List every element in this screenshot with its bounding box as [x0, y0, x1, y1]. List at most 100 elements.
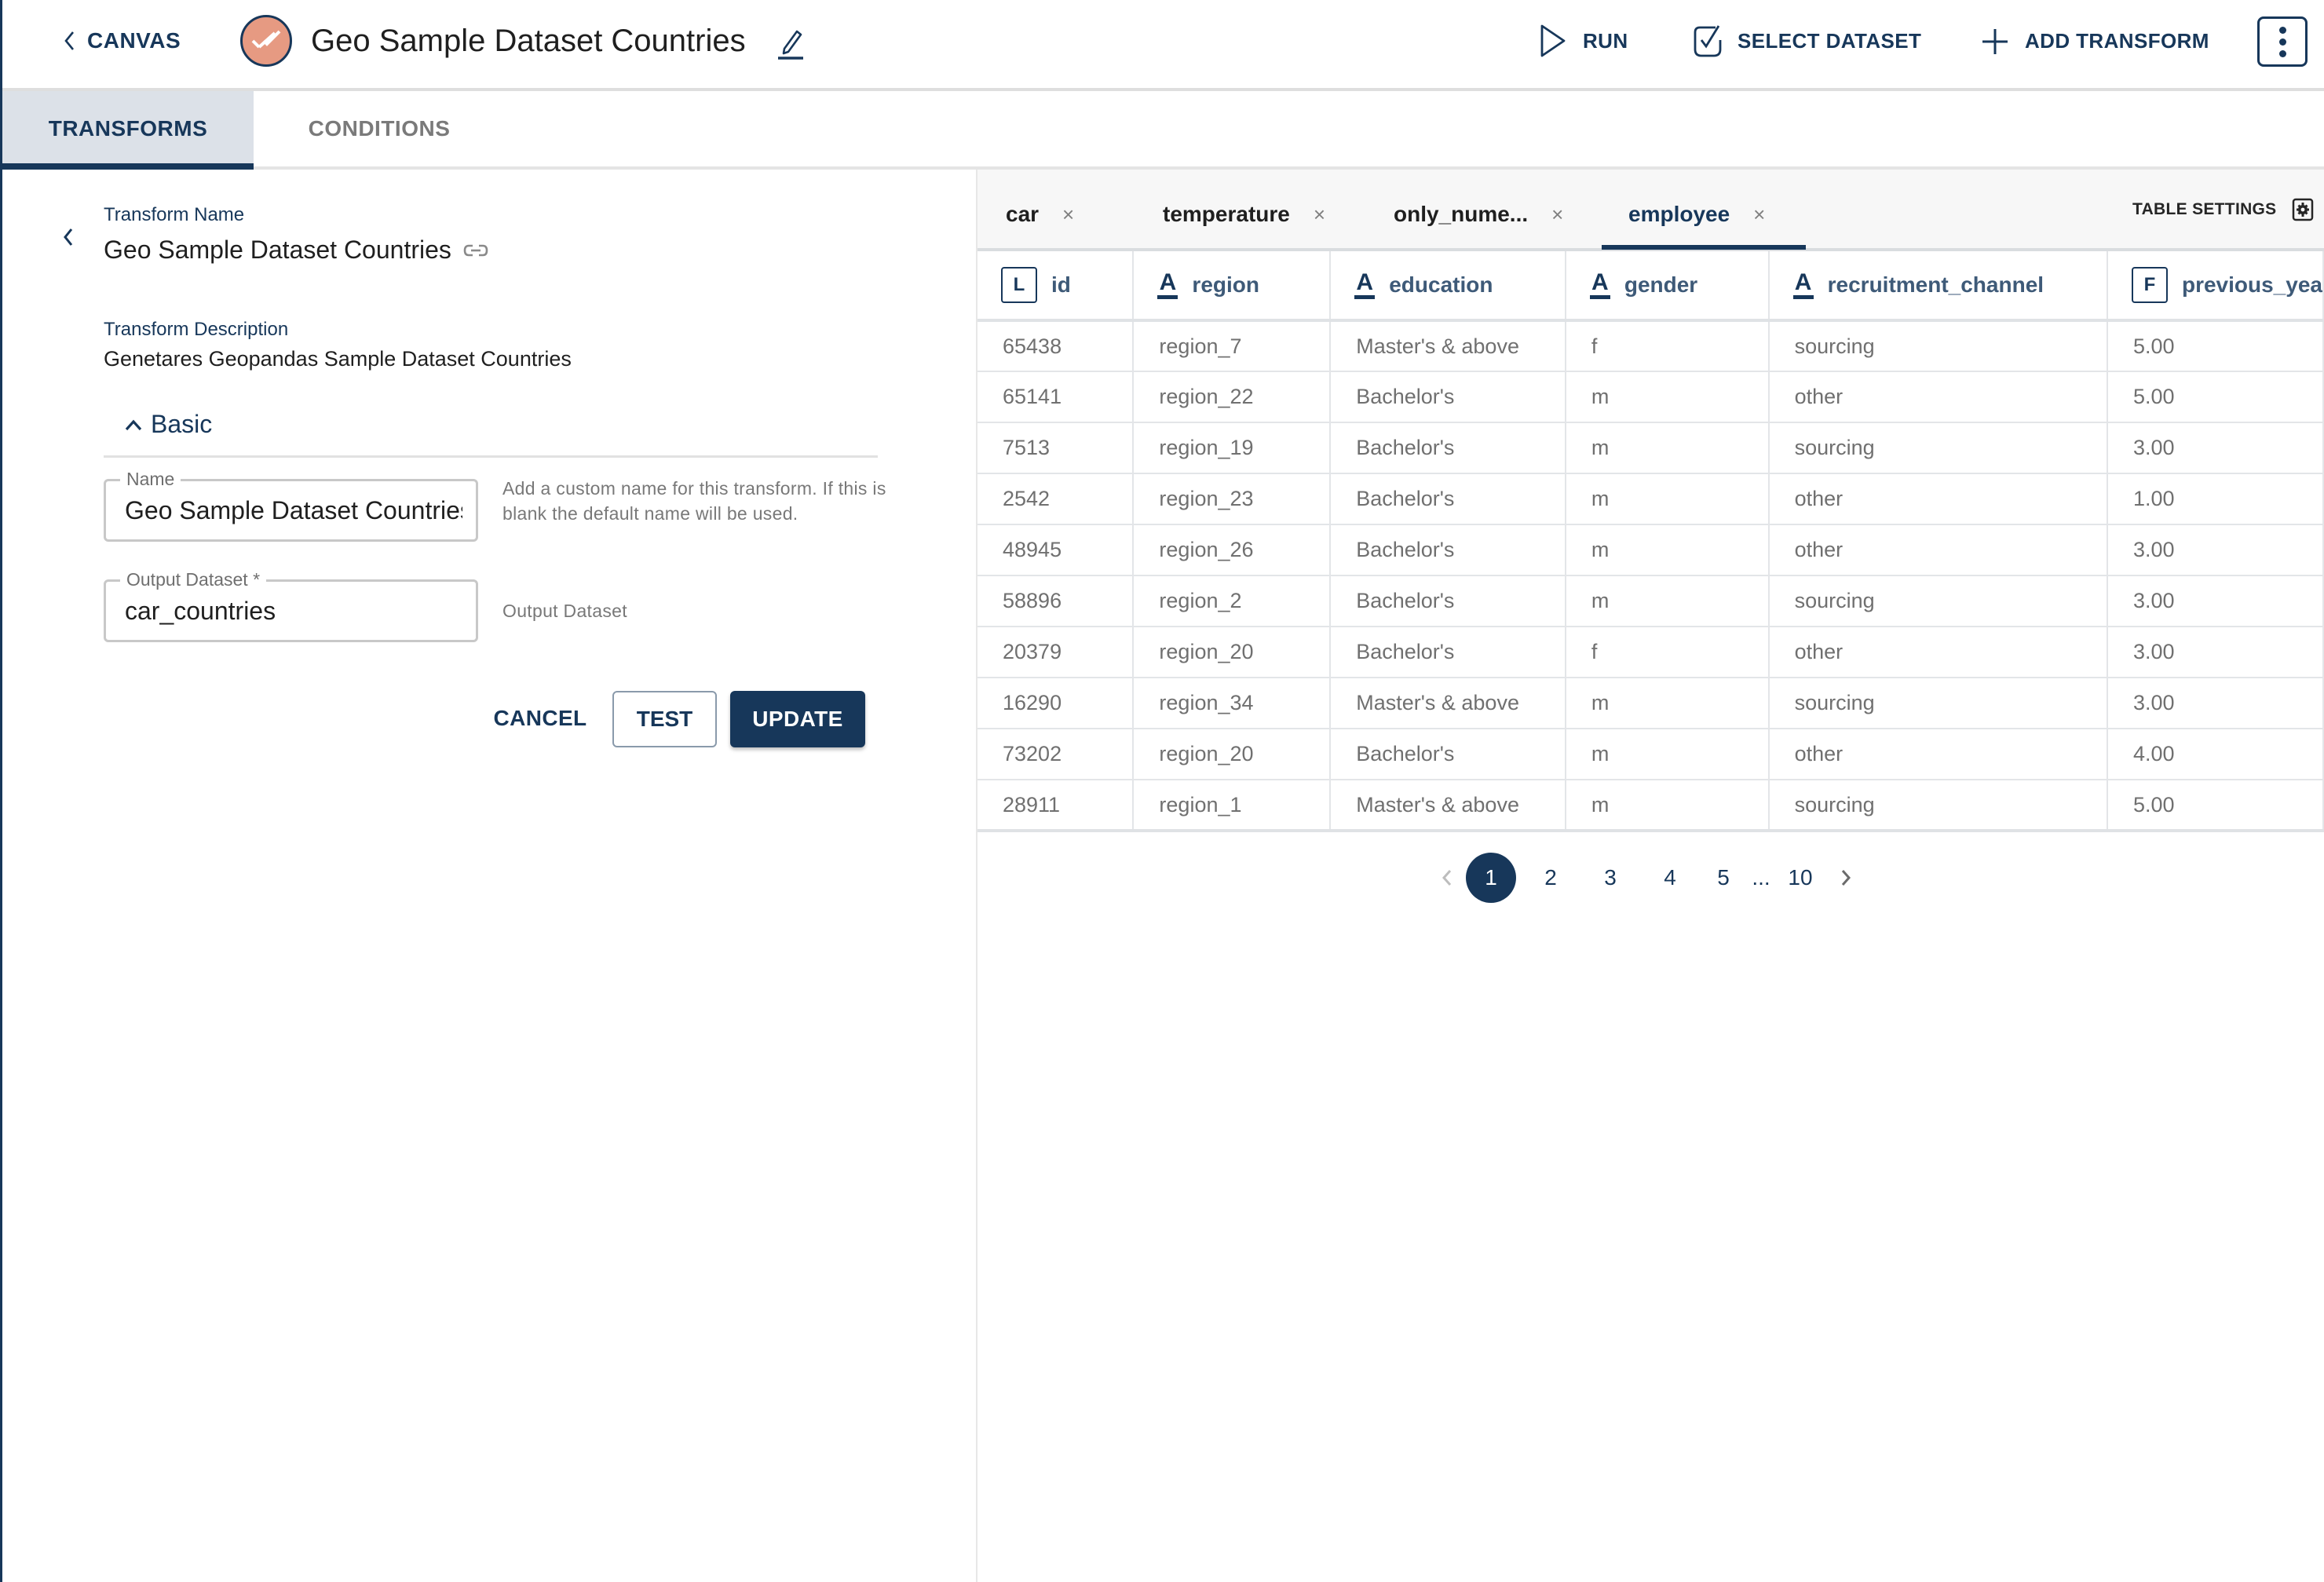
table-cell: 5.00: [2107, 320, 2324, 372]
text-type-icon: A: [1590, 270, 1610, 299]
table-cell: other: [1768, 371, 2108, 423]
table-cell: Bachelor's: [1330, 422, 1566, 474]
column-header-recruitment-channel[interactable]: Arecruitment_channel: [1768, 251, 2108, 322]
table-cell: 3.00: [2107, 422, 2324, 474]
previous-page-button[interactable]: [1433, 853, 1461, 903]
pencil-edit-icon[interactable]: [775, 24, 806, 61]
column-header-gender[interactable]: Agender: [1565, 251, 1770, 322]
text-type-icon: A: [1354, 270, 1375, 299]
chevron-left-icon: [64, 31, 75, 50]
play-icon: [1540, 24, 1566, 57]
table-cell: sourcing: [1768, 320, 2108, 372]
table-cell: 3.00: [2107, 627, 2324, 678]
table-row[interactable]: 2542 region_23 Bachelor's m other 1.00: [977, 473, 2324, 525]
column-header-label: education: [1389, 272, 1493, 297]
column-header-label: recruitment_channel: [1827, 272, 2044, 297]
back-to-canvas-button[interactable]: CANVAS: [60, 24, 181, 58]
table-cell: 3.00: [2107, 575, 2324, 627]
table-row[interactable]: 16290 region_34 Master's & above m sourcing 3…: [977, 678, 2324, 729]
test-button[interactable]: TEST: [612, 691, 717, 747]
page-button[interactable]: 2: [1521, 853, 1580, 903]
table-settings-label: TABLE SETTINGS: [2132, 200, 2277, 218]
table-cell: 4.00: [2107, 729, 2324, 780]
table-cell: f: [1565, 627, 1770, 678]
table-row[interactable]: 48945 region_26 Bachelor's m other 3.00: [977, 524, 2324, 576]
table-cell: m: [1565, 473, 1770, 525]
dataset-tab-car[interactable]: car ×: [1006, 196, 1074, 232]
table-cell: Bachelor's: [1330, 371, 1566, 423]
table-cell: 5.00: [2107, 780, 2324, 832]
name-input[interactable]: [125, 481, 462, 539]
dataset-tab-label: temperature: [1163, 202, 1290, 226]
page-button[interactable]: 4: [1640, 853, 1700, 903]
basic-section-toggle[interactable]: Basic: [124, 410, 212, 439]
add-transform-button[interactable]: ADD TRANSFORM: [1979, 20, 2209, 61]
page-button-last[interactable]: 10: [1775, 853, 1825, 903]
dataset-tab-employee[interactable]: employee ×: [1628, 196, 1765, 232]
table-cell: region_22: [1133, 371, 1332, 423]
table-cell: f: [1565, 320, 1770, 372]
dataset-tab-label: employee: [1628, 202, 1730, 226]
transform-logo: [240, 15, 292, 67]
table-row[interactable]: 65438 region_7 Master's & above f sourcing 5.…: [977, 320, 2324, 372]
active-tab-indicator: [1602, 245, 1806, 250]
cancel-button[interactable]: CANCEL: [489, 691, 591, 746]
table-row[interactable]: 65141 region_22 Bachelor's m other 5.00: [977, 371, 2324, 423]
close-icon[interactable]: ×: [1062, 203, 1074, 227]
close-icon[interactable]: ×: [1314, 203, 1325, 227]
transform-name-row: Geo Sample Dataset Countries: [104, 236, 489, 265]
column-header-region[interactable]: Aregion: [1133, 251, 1332, 322]
column-header-id[interactable]: Lid: [977, 251, 1135, 322]
select-dataset-label: SELECT DATASET: [1738, 28, 1922, 53]
table-row[interactable]: 73202 region_20 Bachelor's m other 4.00: [977, 729, 2324, 780]
tab-transforms[interactable]: TRANSFORMS: [2, 91, 254, 170]
page-button[interactable]: 3: [1580, 853, 1640, 903]
close-icon[interactable]: ×: [1551, 203, 1563, 227]
table-cell: m: [1565, 422, 1770, 474]
output-dataset-input[interactable]: [125, 582, 462, 640]
float-type-icon: F: [2131, 267, 2168, 303]
table-cell: 65141: [977, 371, 1135, 423]
data-table: Lid Aregion Aeducation Agender Arecruitm…: [977, 251, 2324, 832]
table-cell: m: [1565, 678, 1770, 729]
table-row[interactable]: 20379 region_20 Bachelor's f other 3.00: [977, 627, 2324, 678]
table-cell: region_34: [1133, 678, 1332, 729]
tab-conditions[interactable]: CONDITIONS: [254, 91, 505, 166]
double-check-icon: [251, 30, 281, 49]
select-dataset-button[interactable]: SELECT DATASET: [1692, 20, 1921, 61]
table-cell: 20379: [977, 627, 1135, 678]
table-cell: other: [1768, 473, 2108, 525]
transform-description-label: Transform Description: [104, 319, 289, 340]
table-cell: sourcing: [1768, 780, 2108, 832]
chevron-left-icon[interactable]: [57, 223, 79, 251]
column-header-previous-year[interactable]: Fprevious_yea: [2107, 251, 2324, 322]
output-dataset-helper-text: Output Dataset: [502, 601, 627, 621]
run-label: RUN: [1583, 28, 1628, 53]
table-row[interactable]: 7513 region_19 Bachelor's m sourcing 3.00: [977, 422, 2324, 474]
dataset-tab-only-numeric[interactable]: only_nume... ×: [1394, 196, 1563, 232]
table-cell: 28911: [977, 780, 1135, 832]
table-cell: 58896: [977, 575, 1135, 627]
table-settings-button[interactable]: TABLE SETTINGS: [2132, 198, 2314, 221]
page-button[interactable]: 5: [1700, 853, 1747, 903]
table-cell: Master's & above: [1330, 780, 1566, 832]
table-cell: m: [1565, 371, 1770, 423]
table-cell: region_7: [1133, 320, 1332, 372]
update-button[interactable]: UPDATE: [730, 691, 865, 747]
table-header-row: Lid Aregion Aeducation Agender Arecruitm…: [977, 251, 2324, 322]
table-row[interactable]: 28911 region_1 Master's & above m sourcing 5.…: [977, 780, 2324, 832]
dataset-tab-temperature[interactable]: temperature ×: [1163, 196, 1325, 232]
run-button[interactable]: RUN: [1537, 20, 1628, 61]
link-icon[interactable]: [462, 242, 489, 259]
column-header-label: gender: [1624, 272, 1698, 297]
table-cell: region_19: [1133, 422, 1332, 474]
table-cell: region_1: [1133, 780, 1332, 832]
next-page-button[interactable]: [1832, 853, 1860, 903]
more-options-button[interactable]: [2257, 16, 2308, 67]
more-dot-icon: [2278, 26, 2286, 34]
page-button-current[interactable]: 1: [1466, 853, 1516, 903]
close-icon[interactable]: ×: [1753, 203, 1765, 227]
dataset-preview-panel: car × temperature × only_nume... × emplo…: [977, 170, 2324, 1582]
column-header-education[interactable]: Aeducation: [1330, 251, 1566, 322]
table-row[interactable]: 58896 region_2 Bachelor's m sourcing 3.00: [977, 575, 2324, 627]
